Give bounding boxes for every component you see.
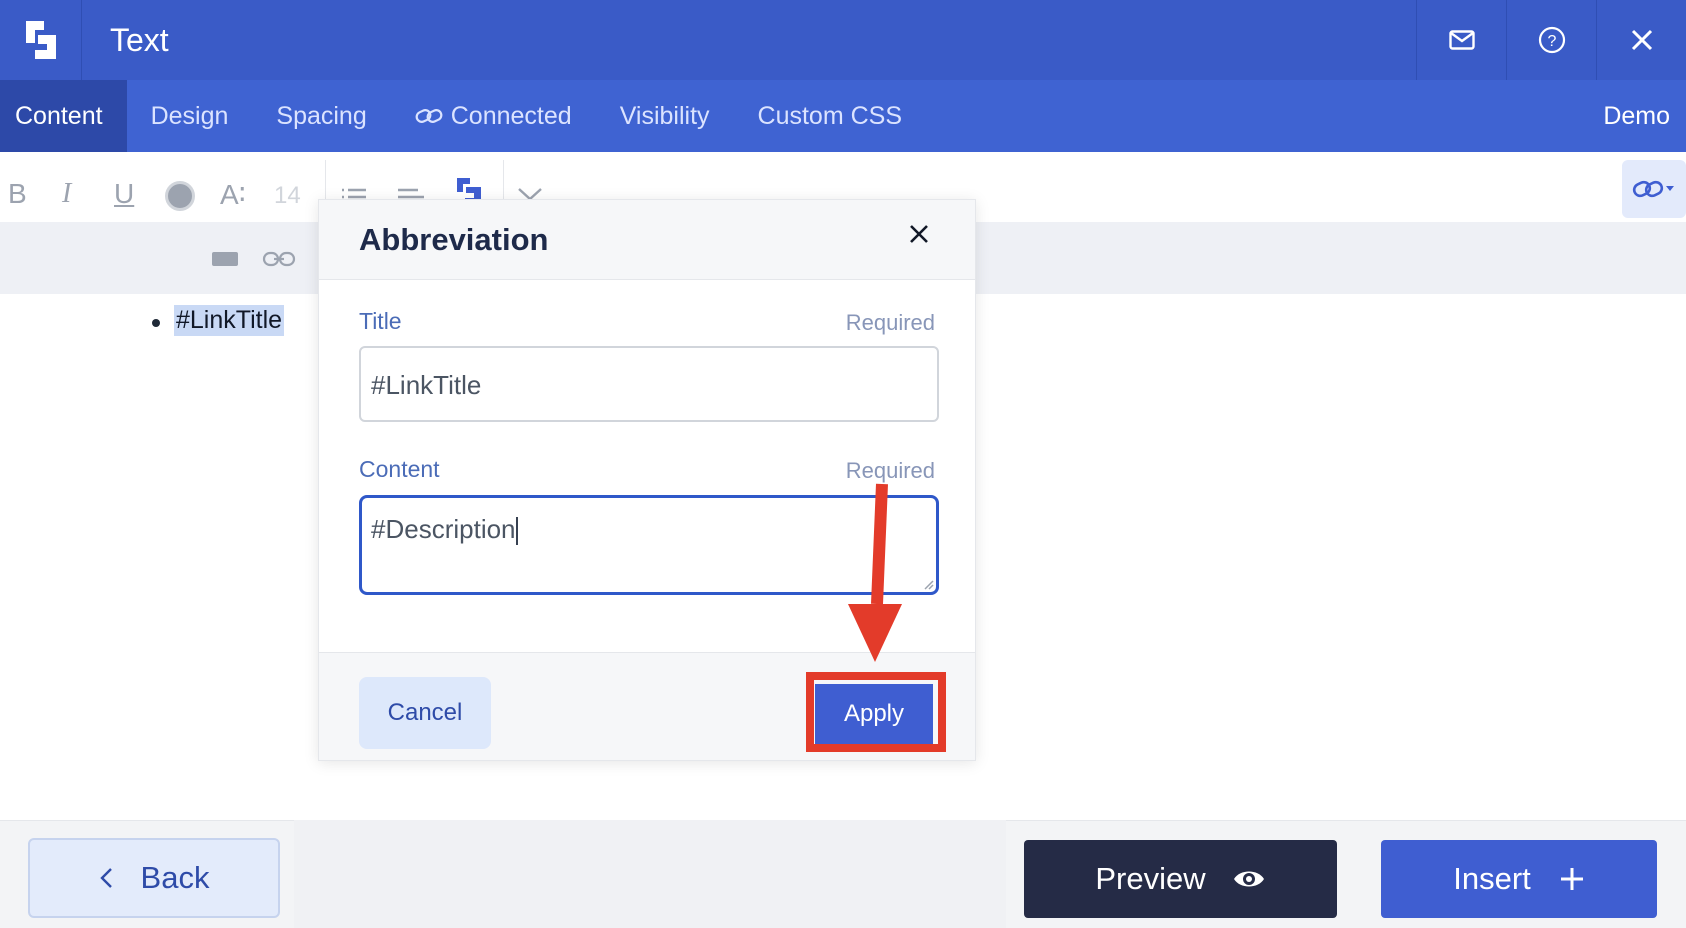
title-required-label: Required: [845, 310, 935, 335]
back-label: Back: [140, 860, 210, 895]
tab-demo[interactable]: Demo: [1603, 80, 1670, 152]
tab-label: Custom CSS: [757, 101, 903, 130]
insert-label: Insert: [1453, 861, 1531, 896]
preview-button[interactable]: Preview: [1024, 840, 1337, 918]
dialog-close-button[interactable]: [909, 224, 929, 249]
close-icon: [910, 225, 928, 243]
link-icon: [415, 106, 443, 126]
help-button[interactable]: ?: [1506, 0, 1596, 80]
chevron-left-icon: [99, 868, 112, 888]
tab-label: Connected: [450, 101, 572, 130]
svg-text:?: ?: [1547, 33, 1556, 50]
back-button[interactable]: Back: [28, 838, 280, 918]
app-logo: [0, 0, 82, 80]
tab-bar: Content Design Spacing Connected Visibil…: [0, 80, 1686, 152]
bold-button[interactable]: B: [8, 178, 27, 210]
mail-button[interactable]: [1416, 0, 1506, 80]
tab-visibility[interactable]: Visibility: [596, 80, 734, 152]
eye-icon: [1233, 871, 1264, 887]
dialog-header: Abbreviation: [319, 200, 975, 280]
tab-label: Visibility: [619, 101, 710, 130]
help-icon: ?: [1538, 26, 1565, 54]
plus-icon: [1560, 868, 1583, 890]
selected-text[interactable]: #LinkTitle: [174, 305, 285, 336]
footer-center-area: [294, 820, 1006, 928]
tab-label: Design: [150, 101, 229, 130]
text-cursor: [515, 517, 518, 546]
content-textarea-value: #Description: [371, 514, 516, 544]
insert-button[interactable]: Insert: [1381, 840, 1657, 918]
link-icon: [1632, 180, 1674, 198]
tab-custom-css[interactable]: Custom CSS: [734, 80, 926, 152]
close-icon: [1631, 29, 1652, 51]
annotation-arrow-icon: [848, 483, 902, 662]
app-title: Text: [110, 21, 169, 58]
link-dropdown-button[interactable]: [1622, 160, 1686, 218]
annotation-highlight-box: [806, 672, 946, 752]
close-button[interactable]: [1596, 0, 1686, 80]
italic-button[interactable]: I: [62, 178, 71, 210]
tab-connected[interactable]: Connected: [391, 80, 596, 152]
font-size-select[interactable]: 14: [274, 182, 301, 210]
tab-label: Spacing: [276, 101, 367, 130]
unlink-button[interactable]: [262, 248, 296, 275]
tab-label: Content: [15, 101, 103, 130]
link-icon: [262, 251, 296, 267]
tab-content[interactable]: Content: [0, 80, 127, 152]
content-field-label: Content: [359, 456, 440, 482]
app-header: Text ?: [0, 0, 1686, 80]
list-bullet: [152, 319, 160, 327]
block-icon[interactable]: [212, 252, 238, 266]
preview-label: Preview: [1095, 861, 1206, 896]
mail-icon: [1448, 30, 1475, 50]
dialog-title: Abbreviation: [359, 221, 549, 257]
cancel-button[interactable]: Cancel: [359, 677, 491, 749]
underline-button[interactable]: U: [114, 178, 134, 210]
color-picker-button[interactable]: [165, 181, 195, 211]
title-input[interactable]: #LinkTitle: [359, 346, 939, 422]
resize-handle-icon[interactable]: [922, 578, 934, 590]
font-style-button[interactable]: A∶: [220, 178, 246, 211]
logo-icon: [25, 21, 56, 59]
title-field-label: Title: [359, 308, 402, 334]
tab-design[interactable]: Design: [127, 80, 253, 152]
tab-spacing[interactable]: Spacing: [252, 80, 390, 152]
header-actions: ?: [1416, 0, 1686, 80]
